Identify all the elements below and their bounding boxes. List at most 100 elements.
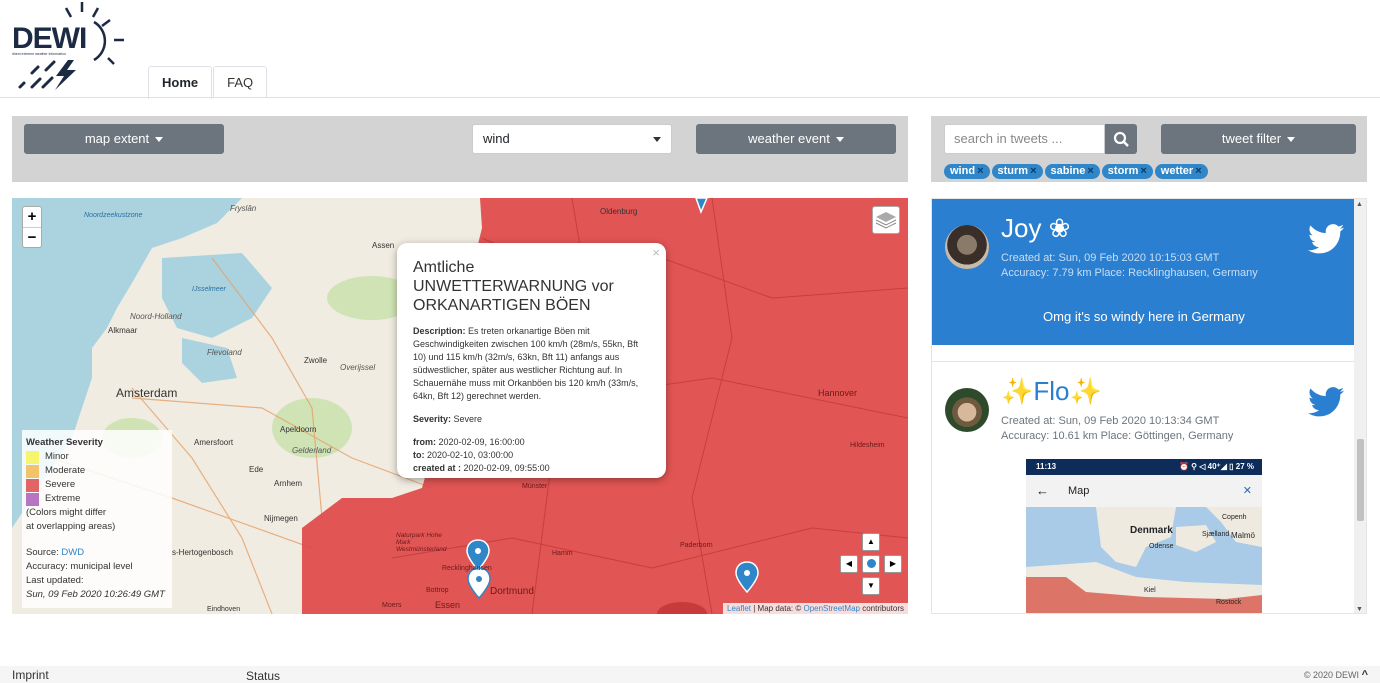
tweet-author[interactable]: Joy ❀ [1001,213,1070,244]
avatar[interactable] [945,225,989,269]
zoom-out-button[interactable]: − [23,227,41,247]
place-label: Hannover [818,388,858,398]
pan-control: ▲ ◀ ▶ ▼ [840,533,902,595]
leaflet-link[interactable]: Leaflet [727,604,751,613]
caret-down-icon [835,137,844,143]
tweet-accuracy: Accuracy: 10.61 km Place: Göttingen, Ger… [1001,430,1234,442]
tweet-search-input[interactable]: search in tweets ... [944,124,1105,154]
twitter-icon[interactable] [1308,223,1344,255]
legend-label: Minor [45,451,69,462]
copyright-text: © 2020 DEWI [1303,670,1360,680]
filter-tag-label: sturm [997,165,1029,177]
place-label: Nijmegen [264,514,298,523]
scroll-down-icon[interactable]: ▼ [1356,606,1363,613]
filter-tag[interactable]: sabine × [1044,164,1100,179]
from-label: from: [413,437,436,447]
logo-subtitle: direct extreme weather information [12,52,66,56]
legend-swatch [26,492,39,506]
tweet-text: Omg it's so windy here in Germany [1043,309,1245,324]
tweet-filter-button[interactable]: tweet filter [1161,124,1356,154]
avatar[interactable] [945,388,989,432]
caret-down-icon [653,137,661,142]
place-label: Amersfoort [194,438,234,447]
tweet-author[interactable]: ✨Flo✨ [1001,376,1102,407]
remove-tag-icon[interactable]: × [1140,165,1146,177]
scrollbar-thumb[interactable] [1357,439,1364,521]
legend-label: Extreme [45,493,81,504]
source-link[interactable]: DWD [61,547,84,558]
remove-tag-icon[interactable]: × [977,165,983,177]
place-label: Overijssel [340,363,376,372]
to-label: to: [413,450,425,460]
remove-tag-icon[interactable]: × [1195,165,1201,177]
phone-map-label: Kiel [1144,587,1156,594]
filter-tag-label: wind [950,165,976,177]
phone-map-label: Malmö [1231,531,1256,540]
close-icon: ✕ [1242,485,1252,497]
tab-faq[interactable]: FAQ [213,66,268,98]
zoom-in-button[interactable]: + [23,207,41,227]
place-label: Zwolle [304,356,328,365]
tab-home[interactable]: Home [148,66,213,99]
phone-map-label: Denmark [1130,525,1173,536]
legend-title: Weather Severity [26,437,103,448]
tweet-card[interactable]: ✨Flo✨ Created at: Sun, 09 Feb 2020 10:13… [932,361,1356,613]
twitter-icon[interactable] [1308,386,1344,418]
popup-description: Description: Es treten orkanartige Böen … [413,325,650,403]
map-controls-bar: map extent wind weather event [12,116,908,182]
search-button[interactable] [1105,124,1137,154]
remove-tag-icon[interactable]: × [1030,165,1036,177]
map-extent-button[interactable]: map extent [24,124,224,154]
from-value: 2020-02-09, 16:00:00 [438,437,525,447]
footer: Imprint Status © 2020 DEWI ^ [0,666,1380,683]
phone-map-label: Odense [1149,543,1174,550]
place-label: Moers [382,602,402,609]
place-label: IJsselmeer [192,286,226,293]
pan-down-button[interactable]: ▼ [862,577,880,595]
pan-left-button[interactable]: ◀ [840,555,858,573]
phone-app-title: Map [1068,485,1090,497]
tweet-image[interactable]: 11:13 ⏰ ⚲ ◁ 40⁺◢ ▯ 27 % ← Map ✕ Denmark Ode… [1026,459,1262,613]
weather-event-button[interactable]: weather event [696,124,896,154]
chevron-up-icon[interactable]: ^ [1362,669,1368,681]
layers-button[interactable] [872,206,900,234]
imprint-link[interactable]: Imprint [12,668,49,682]
attribution-end: contributors [859,604,904,613]
place-label: Bottrop [426,587,449,594]
phone-status-icons: ⏰ ⚲ ◁ 40⁺◢ ▯ 27 % [1179,462,1254,471]
map-extent-label: map extent [84,131,150,146]
filter-tag[interactable]: wind × [944,164,990,179]
tweet-filter-label: tweet filter [1221,131,1282,146]
place-label: Hildesheim [850,442,885,449]
pan-center-button[interactable] [862,555,880,573]
phone-status-bar: 11:13 ⏰ ⚲ ◁ 40⁺◢ ▯ 27 % [1026,459,1262,475]
pan-right-button[interactable]: ▶ [884,555,902,573]
remove-tag-icon[interactable]: × [1087,165,1093,177]
footer-copyright: © 2020 DEWI ^ [1304,669,1368,681]
pan-up-button[interactable]: ▲ [862,533,880,551]
filter-tag-label: wetter [1160,165,1194,177]
place-label: Eindhoven [207,606,241,613]
filter-tag[interactable]: storm × [1101,164,1153,179]
attribution-text: | Map data: © [751,604,804,613]
status-link[interactable]: Status [246,669,280,683]
popup-close-button[interactable]: × [652,246,660,259]
tweet-feed[interactable]: Joy ❀ Created at: Sun, 09 Feb 2020 10:15… [931,198,1367,614]
scroll-up-icon[interactable]: ▲ [1356,201,1363,208]
place-label: Ede [249,465,264,474]
severity-legend: Weather Severity Minor Moderate Severe E… [22,430,172,608]
place-label: Recklinghausen [442,565,492,572]
filter-tag[interactable]: wetter × [1154,164,1208,179]
dewi-logo[interactable]: DEWI direct extreme weather information [10,0,130,95]
legend-swatch [26,464,39,478]
event-type-select[interactable]: wind [472,124,672,154]
place-label: Dortmund [490,586,534,597]
osm-link[interactable]: OpenStreetMap [803,604,859,613]
weather-map[interactable]: Noordzeekustzone Fryslân Oldenburg Assen… [12,198,908,614]
filter-tag[interactable]: sturm × [991,164,1043,179]
tweet-feed-scrollbar[interactable]: ▲ ▼ [1354,199,1366,613]
nav-tabs: Home FAQ [148,66,268,99]
place-label: Münster [522,483,548,490]
tweet-card[interactable]: Joy ❀ Created at: Sun, 09 Feb 2020 10:15… [932,199,1356,345]
tweet-controls-bar: search in tweets ... tweet filter wind × … [931,116,1367,182]
